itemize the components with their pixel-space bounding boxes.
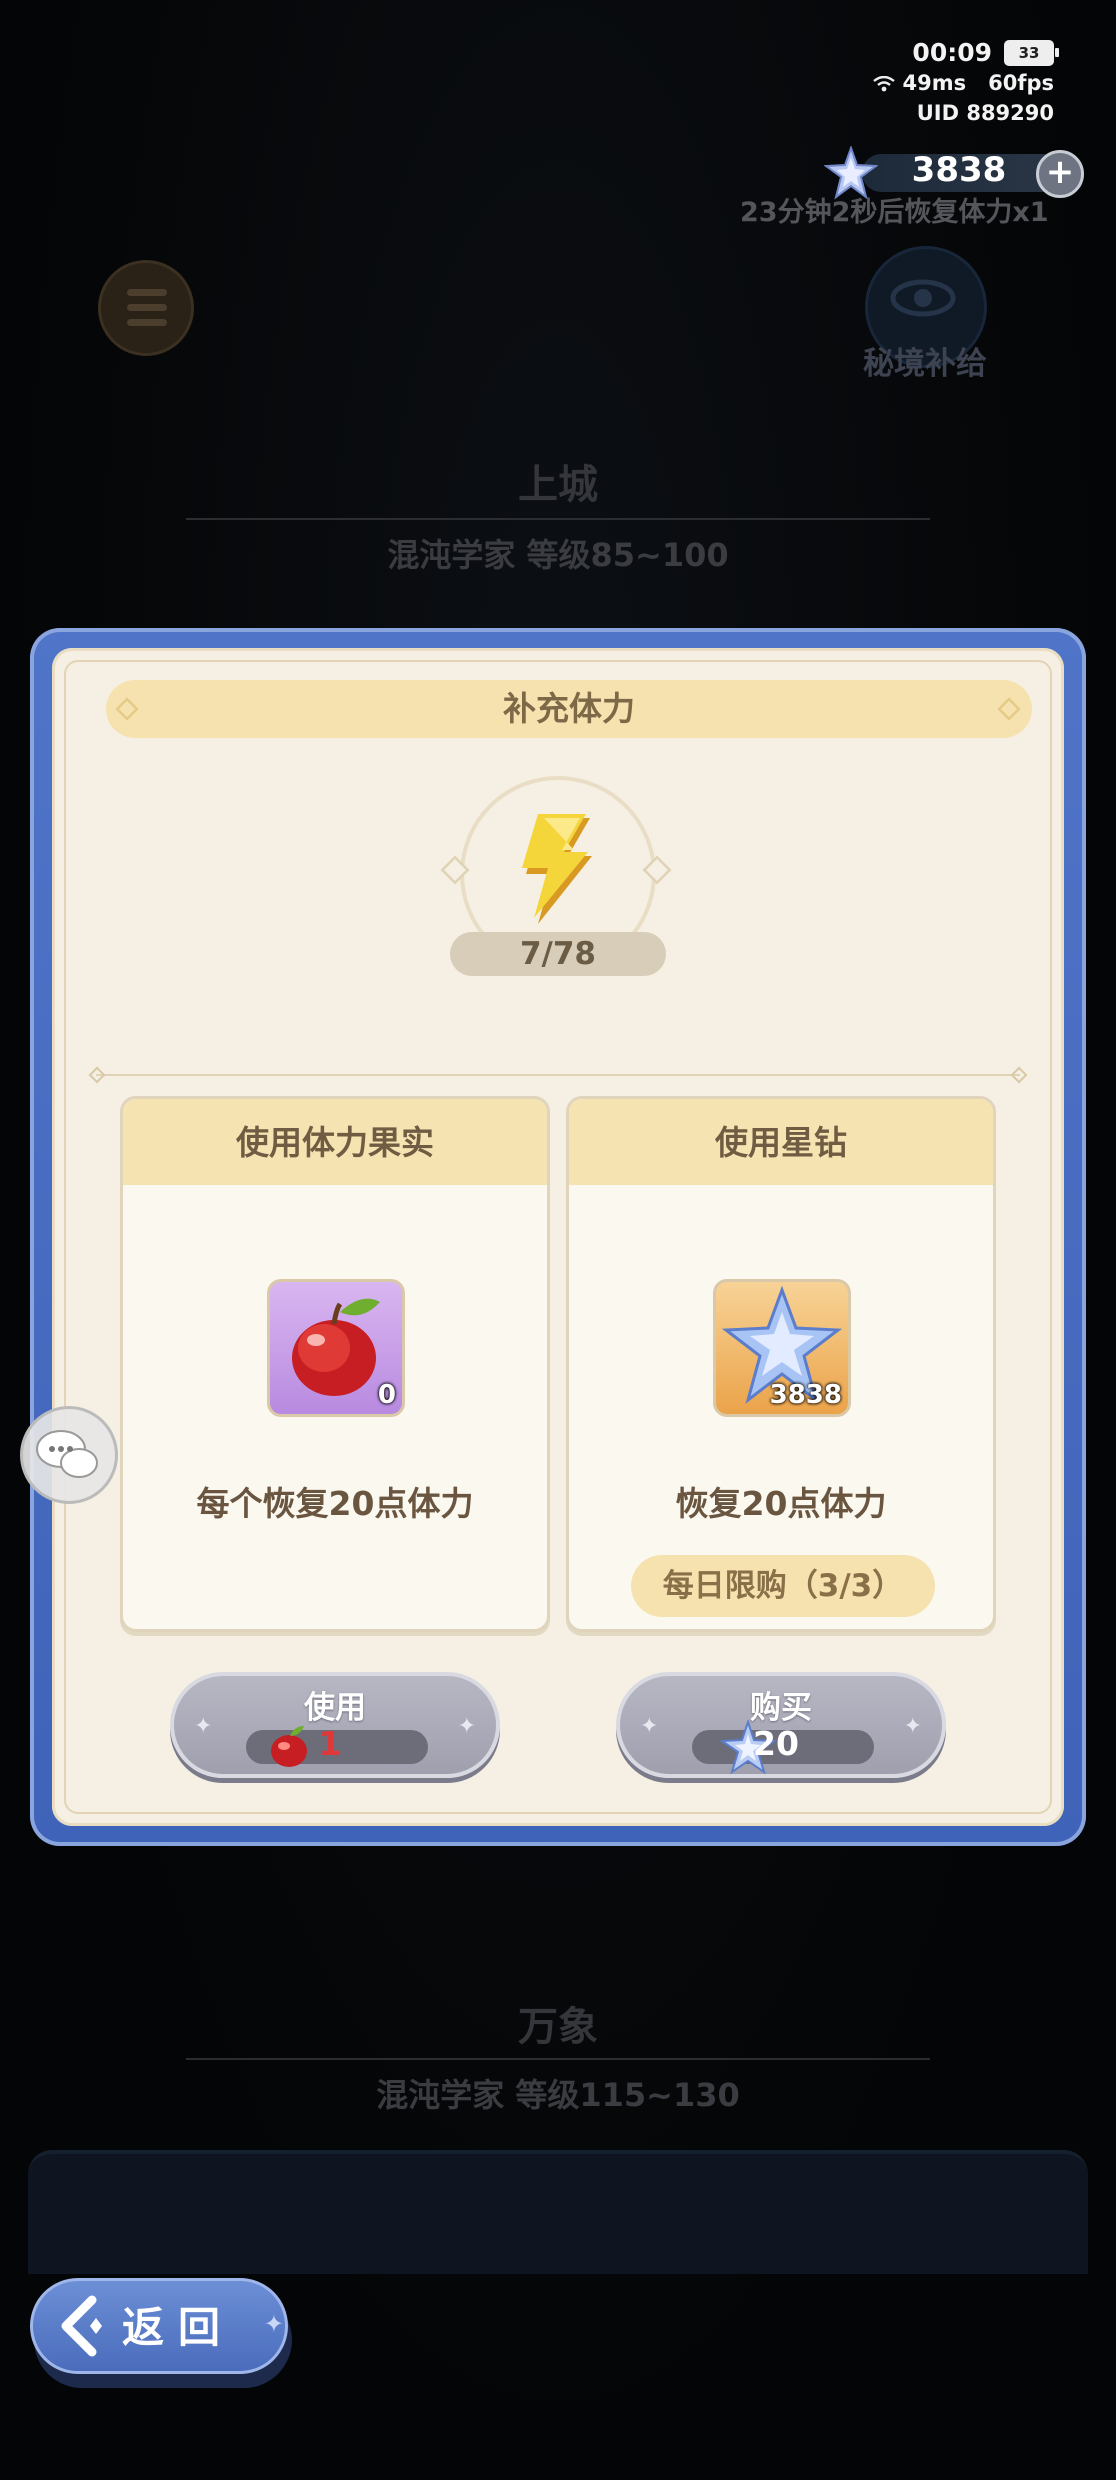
stamina-count: 7/78 bbox=[450, 932, 666, 976]
ping-readout: 49ms bbox=[873, 68, 966, 98]
star-diamond-description: 恢复20点体力 bbox=[675, 1484, 887, 1523]
section-title-vientiane: 万象 bbox=[518, 2004, 598, 2050]
section-divider bbox=[186, 2058, 930, 2060]
lightning-stamina-icon bbox=[522, 814, 592, 924]
sparkle-icon: ✦ bbox=[263, 2310, 284, 2338]
star-diamond-item-slot[interactable]: 3838 bbox=[713, 1279, 851, 1417]
daily-limit-badge: 每日限购（3/3） bbox=[631, 1555, 935, 1617]
back-arrow-icon bbox=[61, 2295, 102, 2357]
fruit-count-badge: 0 bbox=[377, 1380, 396, 1410]
fruit-description: 每个恢复20点体力 bbox=[196, 1484, 474, 1523]
modal-title: 补充体力 bbox=[503, 689, 635, 728]
chat-bubble-icon bbox=[36, 1430, 98, 1478]
stamina-fruit-card[interactable]: 使用体力果实 0 每个恢复20点体力 bbox=[120, 1096, 550, 1632]
sparkle-icon: ✦ bbox=[194, 1714, 213, 1739]
ring-ornament-right-icon bbox=[642, 856, 672, 885]
bottom-panel bbox=[28, 2150, 1088, 2274]
wifi-icon bbox=[873, 75, 895, 92]
sparkle-icon: ✦ bbox=[640, 1714, 659, 1739]
buy-button-label: 购买 bbox=[750, 1690, 812, 1726]
clock-time: 00:09 bbox=[912, 38, 992, 67]
ring-ornament-left-icon bbox=[440, 856, 470, 885]
ping-value: 49ms bbox=[902, 71, 967, 95]
fps-value: 60fps bbox=[988, 71, 1054, 95]
status-bar: 00:09 33 49ms 60fps UID 889290 bbox=[873, 38, 1059, 128]
back-button[interactable]: 返回 ✦ bbox=[30, 2278, 292, 2388]
use-button-label: 使用 bbox=[304, 1690, 366, 1726]
menu-button[interactable] bbox=[98, 260, 194, 356]
uid-label: UID 889290 bbox=[916, 101, 1054, 125]
secret-realm-supply-label: 秘境补给 bbox=[863, 346, 987, 382]
card-header: 使用体力果实 bbox=[123, 1099, 547, 1185]
fruit-item-slot[interactable]: 0 bbox=[267, 1279, 405, 1417]
section-divider bbox=[96, 1074, 1020, 1076]
buy-stamina-button[interactable]: 购买 20 ✦ ✦ bbox=[616, 1672, 946, 1778]
divider-end-icon bbox=[1010, 1066, 1028, 1084]
currency-amount: 3838 bbox=[911, 150, 1007, 190]
sparkle-icon: ✦ bbox=[457, 1714, 476, 1739]
star-diamond-count-badge: 3838 bbox=[769, 1380, 842, 1410]
sparkle-icon: ✦ bbox=[903, 1714, 922, 1739]
menu-icon bbox=[127, 289, 167, 296]
divider-end-icon bbox=[88, 1066, 106, 1084]
star-diamond-card[interactable]: 使用星钻 3838 恢复20点体力 每日限购（3/3） bbox=[566, 1096, 996, 1632]
use-fruit-button[interactable]: 使用 1 ✦ ✦ bbox=[170, 1672, 500, 1778]
card-header: 使用星钻 bbox=[569, 1099, 993, 1185]
section-subtitle-upper-city: 混沌学家 等级85~100 bbox=[387, 536, 729, 574]
chat-button[interactable] bbox=[20, 1406, 118, 1504]
back-button-label: 返回 bbox=[122, 2303, 235, 2352]
battery-level: 33 bbox=[1018, 44, 1040, 62]
section-title-upper-city: 上城 bbox=[518, 462, 598, 508]
section-divider bbox=[186, 518, 930, 520]
stamina-regen-timer: 23分钟2秒后恢复体力x1 bbox=[740, 197, 1049, 228]
battery-icon: 33 bbox=[1004, 40, 1059, 66]
buy-cost-value: 20 bbox=[753, 1724, 799, 1763]
use-cost-value: 1 bbox=[318, 1724, 342, 1763]
section-subtitle-vientiane: 混沌学家 等级115~130 bbox=[376, 2076, 740, 2114]
